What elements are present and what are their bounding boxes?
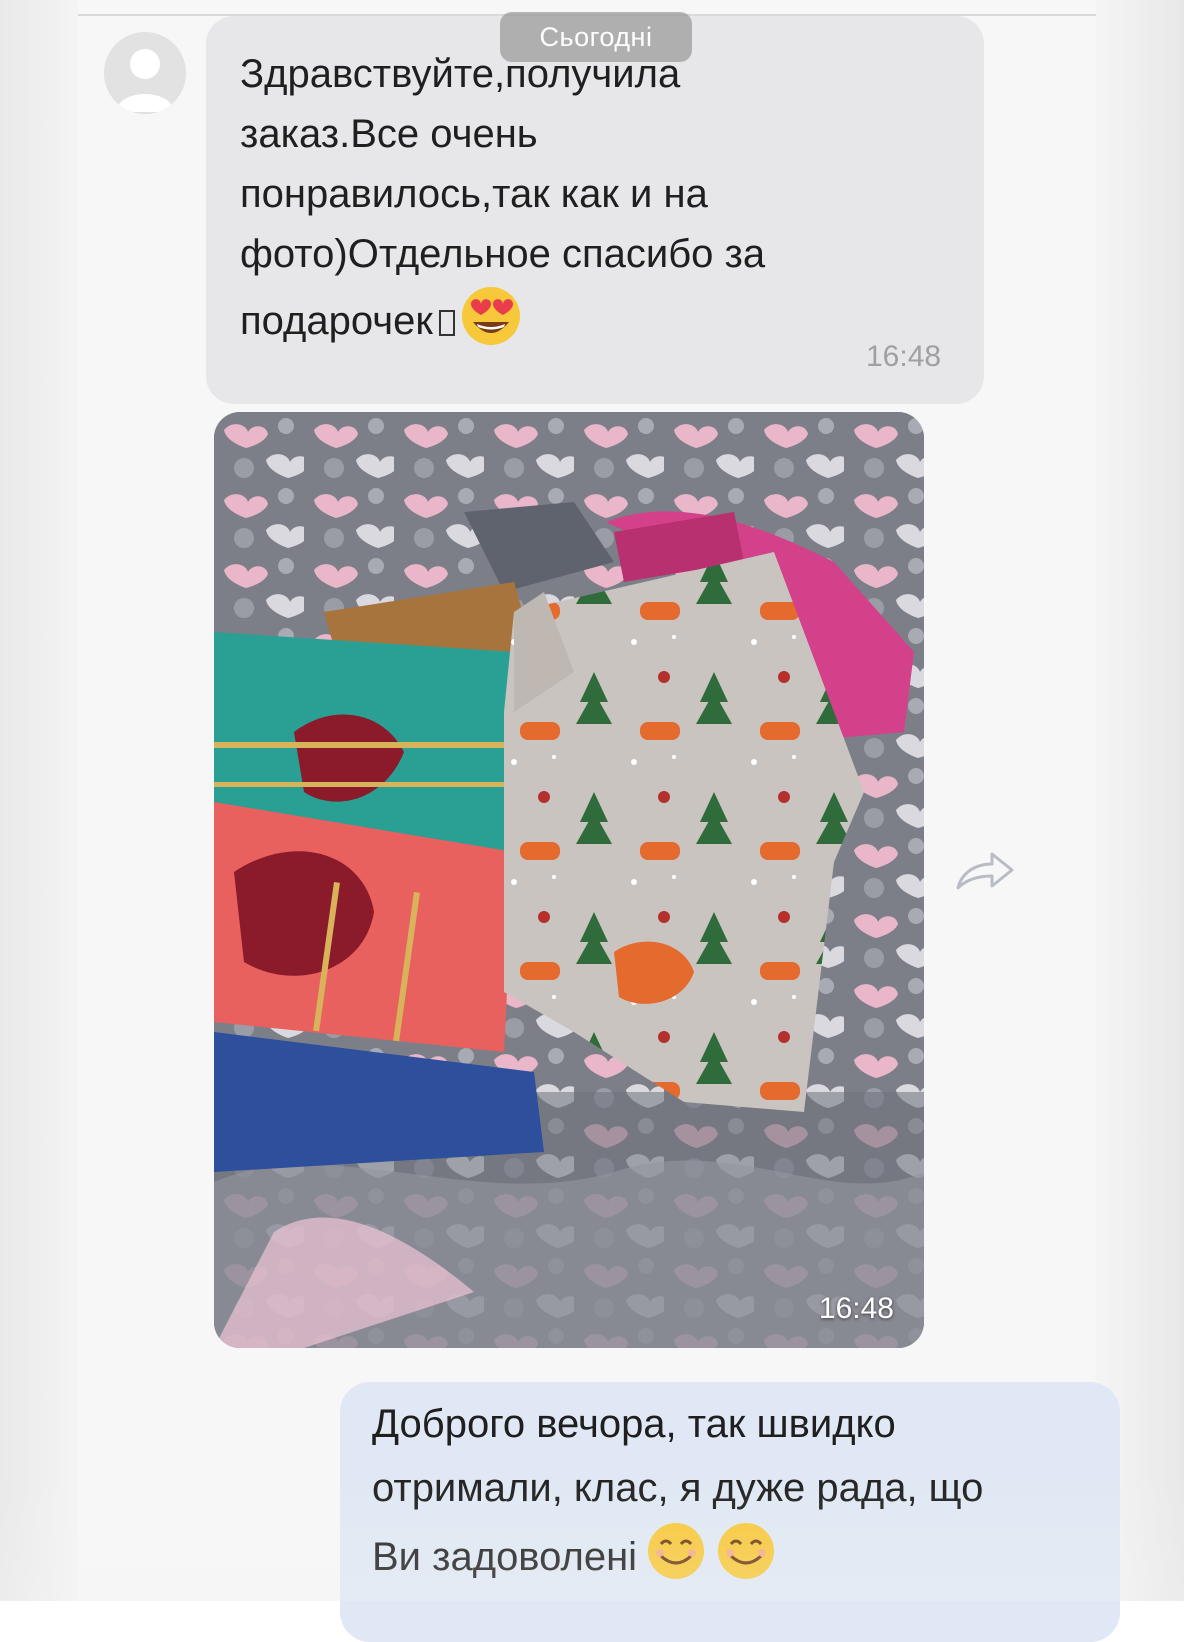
missing-glyph-icon — [438, 310, 455, 336]
photo-time: 16:48 — [818, 1292, 894, 1325]
message-line: фото)Отдельное спасибо за — [240, 232, 766, 276]
message-line: заказ.Все очень — [240, 112, 538, 156]
smiling-face-emoji-icon — [718, 1523, 775, 1579]
avatar-icon[interactable] — [104, 32, 186, 114]
left-margin — [0, 0, 78, 1601]
message-line: подарочек — [240, 299, 433, 343]
right-margin — [1096, 0, 1184, 1601]
date-chip: Сьогодні — [500, 12, 692, 62]
message-line-last: подарочек — [240, 284, 960, 351]
message-line: Ви задоволені — [372, 1535, 638, 1579]
message-line: отримали, клас, я дуже рада, що — [372, 1466, 984, 1510]
share-icon[interactable] — [954, 848, 1016, 894]
message-time: 16:48 — [866, 340, 942, 373]
heart-eyes-emoji-icon — [461, 287, 520, 345]
incoming-message-text: Здравствуйте,получила заказ.Все очень по… — [240, 44, 960, 351]
message-line: понравилось,так как и на — [240, 172, 708, 216]
message-line: Доброго вечора, так швидко — [372, 1402, 896, 1446]
photo-attachment[interactable]: 16:48 — [214, 412, 924, 1348]
smiling-face-emoji-icon — [648, 1523, 705, 1579]
outgoing-message-text: Доброго вечора, так швидко отримали, кла… — [372, 1392, 1092, 1589]
towels-photo-icon — [214, 412, 924, 1348]
message-line-last: Ви задоволені — [372, 1520, 1092, 1589]
